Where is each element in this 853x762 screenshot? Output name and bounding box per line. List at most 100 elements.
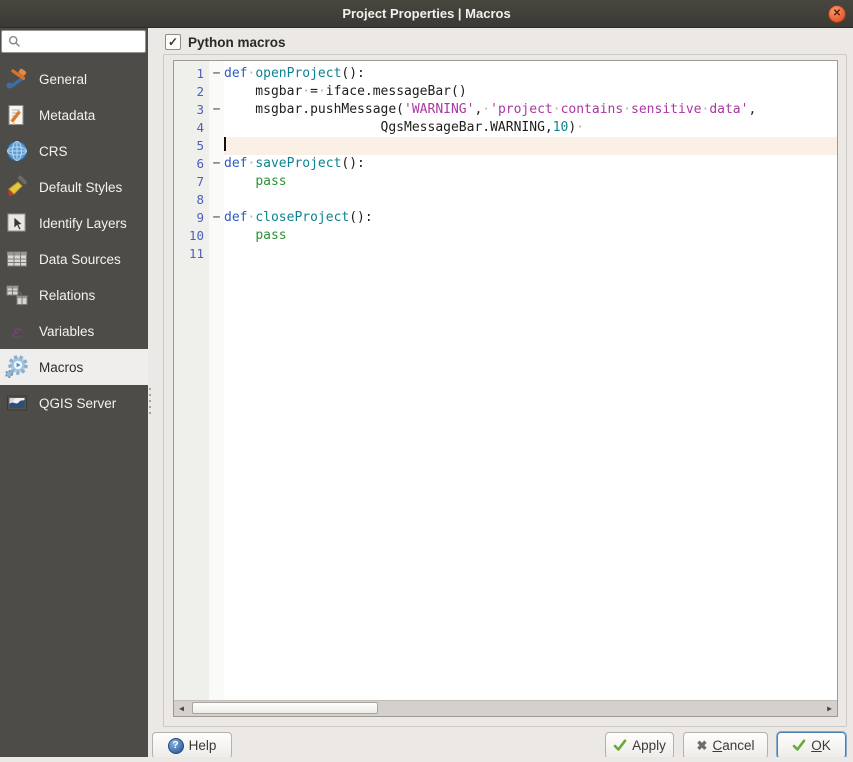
fold-marker[interactable] — [209, 83, 224, 101]
relations-icon — [3, 282, 30, 309]
code-line: 11 — [174, 245, 837, 263]
code-line: 7 pass — [174, 173, 837, 191]
fold-marker[interactable] — [209, 227, 224, 245]
code-filler — [174, 263, 837, 700]
help-button-label: Help — [188, 738, 217, 753]
sidebar-item-label: Macros — [39, 359, 84, 375]
check-icon — [613, 739, 627, 752]
line-number: 3 — [174, 101, 209, 119]
line-number: 9 — [174, 209, 209, 227]
code-line: 1− def·openProject(): — [174, 65, 837, 83]
splitter-handle[interactable] — [149, 388, 152, 414]
sidebar-item-relations[interactable]: Relations — [0, 277, 148, 313]
fold-marker[interactable] — [209, 245, 224, 263]
scrollbar-thumb[interactable] — [192, 702, 378, 714]
code-line: 4 QgsMessageBar.WARNING,10)· — [174, 119, 837, 137]
project-properties-dialog: { "titlebar": { "title": "Project Proper… — [0, 0, 853, 762]
code-line: 3− msgbar.pushMessage('WARNING',·'projec… — [174, 101, 837, 119]
code-text: pass — [255, 228, 287, 243]
qgis-server-icon — [3, 390, 30, 417]
sidebar-item-label: QGIS Server — [39, 395, 117, 411]
window-title: Project Properties | Macros — [342, 6, 511, 21]
scrollbar-track[interactable] — [189, 701, 822, 716]
search-icon — [8, 35, 21, 48]
default-styles-icon — [3, 174, 30, 201]
dialog-bottom-edge — [0, 757, 853, 762]
search-input[interactable] — [1, 30, 146, 53]
code-text: QgsMessageBar.WARNING,10)· — [224, 120, 585, 135]
python-macros-checkbox[interactable]: ✓ — [165, 34, 181, 50]
line-number: 11 — [174, 245, 209, 263]
fold-margin — [209, 263, 224, 700]
code-text: def·openProject(): — [224, 66, 365, 81]
titlebar: Project Properties | Macros ✕ — [0, 0, 853, 28]
fold-marker[interactable]: − — [209, 209, 224, 227]
svg-text:ε: ε — [11, 321, 21, 343]
code-line: 8 — [174, 191, 837, 209]
scroll-right-icon[interactable]: ▶ — [822, 701, 837, 716]
ok-button[interactable]: OK — [777, 732, 846, 759]
fold-marker[interactable] — [209, 191, 224, 209]
sidebar-item-macros[interactable]: Macros — [0, 349, 148, 385]
fold-marker[interactable] — [209, 173, 224, 191]
code-text: def·saveProject(): — [224, 156, 365, 171]
apply-button[interactable]: Apply — [605, 732, 674, 759]
sidebar-item-identify-layers[interactable]: Identify Layers — [0, 205, 148, 241]
scroll-left-icon[interactable]: ◀ — [174, 701, 189, 716]
line-number: 7 — [174, 173, 209, 191]
code-rows: 1− def·openProject(): 2 msgbar·=·iface.mes… — [174, 61, 837, 700]
fold-marker[interactable]: − — [209, 101, 224, 119]
sidebar-items: General Metadata CRS Default Styles Identify… — [0, 61, 148, 421]
metadata-icon — [3, 102, 30, 129]
fold-marker[interactable] — [209, 119, 224, 137]
fold-marker[interactable] — [209, 137, 224, 155]
fold-marker[interactable]: − — [209, 65, 224, 83]
code-line: 9− def·closeProject(): — [174, 209, 837, 227]
code-editor[interactable]: 1− def·openProject(): 2 msgbar·=·iface.mes… — [173, 60, 838, 717]
code-line: 10 pass — [174, 227, 837, 245]
horizontal-scrollbar[interactable]: ◀ ▶ — [174, 700, 837, 716]
code-text: msgbar·=·iface.messageBar() — [224, 84, 467, 99]
text-cursor — [224, 137, 226, 151]
sidebar-item-default-styles[interactable]: Default Styles — [0, 169, 148, 205]
help-icon: ? — [167, 737, 184, 754]
python-macros-row: ✓ Python macros — [165, 34, 286, 50]
fold-marker[interactable]: − — [209, 155, 224, 173]
sidebar-item-variables[interactable]: ε Variables — [0, 313, 148, 349]
python-macros-label: Python macros — [188, 34, 286, 50]
line-number: 8 — [174, 191, 209, 209]
check-icon — [792, 739, 806, 752]
sidebar-item-label: Identify Layers — [39, 215, 127, 231]
code-line: 5 — [174, 137, 837, 155]
line-number: 10 — [174, 227, 209, 245]
code-line: 6− def·saveProject(): — [174, 155, 837, 173]
sidebar-item-label: Metadata — [39, 107, 96, 123]
sidebar-item-label: Relations — [39, 287, 96, 303]
line-number: 6 — [174, 155, 209, 173]
ok-button-label: OK — [811, 738, 831, 753]
cancel-x-icon: ✖ — [696, 738, 708, 753]
sidebar-item-data-sources[interactable]: Data Sources — [0, 241, 148, 277]
sidebar-item-general[interactable]: General — [0, 61, 148, 97]
sidebar-item-metadata[interactable]: Metadata — [0, 97, 148, 133]
crs-icon — [3, 138, 30, 165]
sidebar-item-crs[interactable]: CRS — [0, 133, 148, 169]
line-number-margin — [174, 263, 209, 700]
cancel-button[interactable]: ✖ Cancel — [683, 732, 768, 759]
general-icon — [3, 66, 30, 93]
help-button[interactable]: ? Help — [152, 732, 232, 759]
line-number: 2 — [174, 83, 209, 101]
code-line: 2 msgbar·=·iface.messageBar() — [174, 83, 837, 101]
macros-icon — [3, 354, 30, 381]
code-text: def·closeProject(): — [224, 210, 373, 225]
sidebar-item-label: General — [39, 71, 88, 87]
apply-button-label: Apply — [632, 738, 666, 753]
line-number: 5 — [174, 137, 209, 155]
sidebar-item-qgis-server[interactable]: QGIS Server — [0, 385, 148, 421]
cancel-button-label: Cancel — [712, 738, 755, 753]
identify-layers-icon — [3, 210, 30, 237]
close-icon[interactable]: ✕ — [828, 5, 846, 23]
line-number: 1 — [174, 65, 209, 83]
variables-icon: ε — [3, 318, 30, 345]
